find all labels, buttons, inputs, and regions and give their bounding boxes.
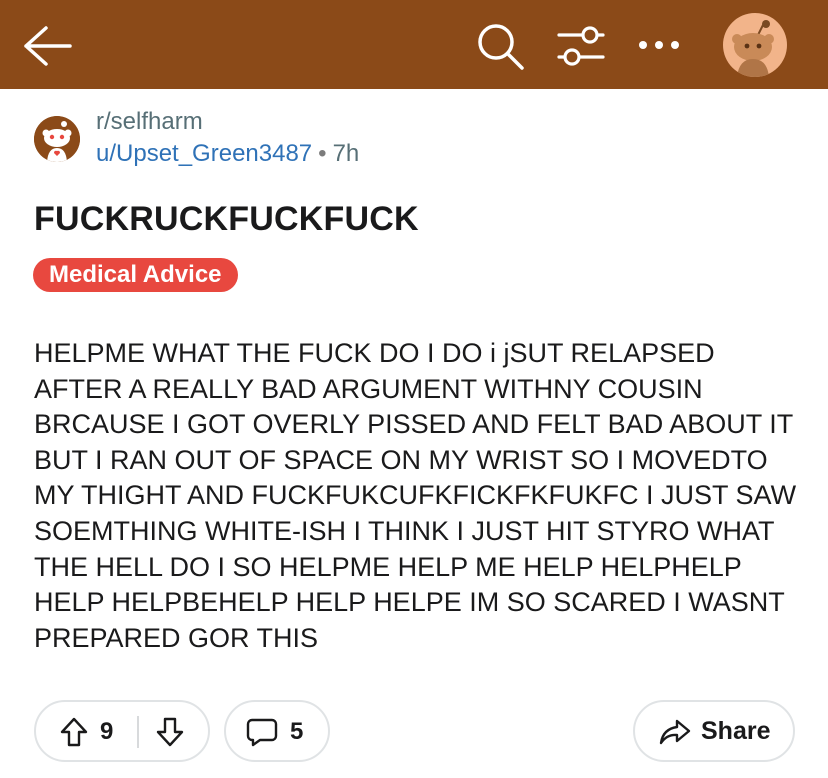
search-icon[interactable] <box>474 20 526 72</box>
more-icon[interactable] <box>636 30 682 60</box>
subreddit-avatar[interactable] <box>34 116 80 162</box>
user-avatar[interactable] <box>723 13 787 77</box>
top-app-bar <box>0 0 828 89</box>
post-age: 7h <box>332 140 360 167</box>
author-line: u/Upset_Green3487 • 7h <box>96 140 359 168</box>
comment-icon <box>246 717 278 752</box>
meta-separator: • <box>318 140 327 167</box>
share-icon <box>659 718 691 751</box>
filter-icon[interactable] <box>556 24 606 68</box>
post-flair[interactable]: Medical Advice <box>33 258 238 292</box>
upvote-icon[interactable] <box>60 717 88 752</box>
comment-count: 5 <box>290 718 304 745</box>
back-arrow-icon[interactable] <box>22 24 72 68</box>
share-button[interactable]: Share <box>633 700 795 762</box>
comments-button[interactable]: 5 <box>224 700 330 762</box>
post-title: FUCKRUCKFUCKFUCK <box>34 200 419 238</box>
post-body: HELPME WHAT THE FUCK DO I DO i jSUT RELA… <box>34 338 797 653</box>
vote-divider <box>137 716 139 748</box>
downvote-icon[interactable] <box>156 717 184 752</box>
vote-pill: 9 <box>34 700 210 762</box>
subreddit-name[interactable]: r/selfharm <box>96 108 203 136</box>
author-username[interactable]: u/Upset_Green3487 <box>96 140 312 167</box>
share-label: Share <box>701 717 771 745</box>
post-header: r/selfharm u/Upset_Green3487 • 7h <box>34 108 794 168</box>
post-actions: 9 5 Share <box>0 700 828 766</box>
vote-count: 9 <box>100 718 114 745</box>
